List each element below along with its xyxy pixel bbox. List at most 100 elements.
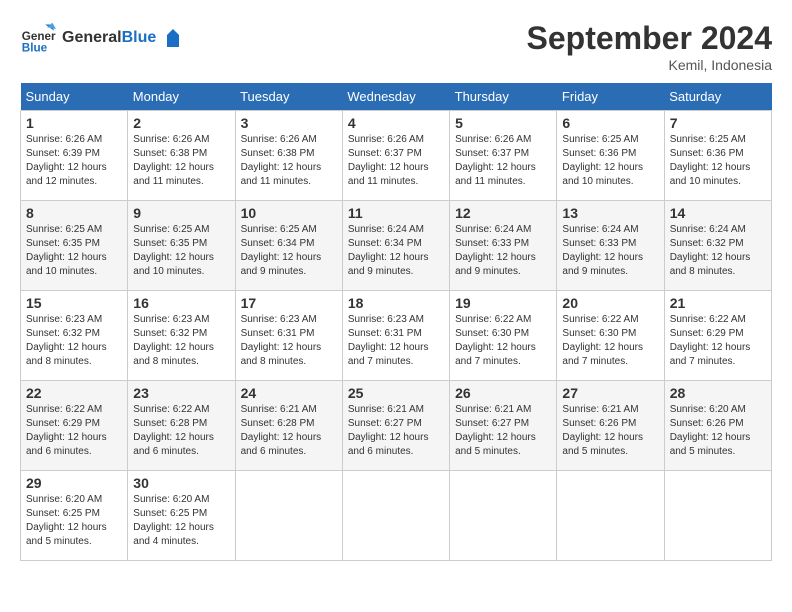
calendar-day: 23 Sunrise: 6:22 AM Sunset: 6:28 PM Dayli…: [128, 381, 235, 471]
calendar-day: 8 Sunrise: 6:25 AM Sunset: 6:35 PM Daylig…: [21, 201, 128, 291]
day-number: 13: [562, 205, 658, 221]
calendar-day: 13 Sunrise: 6:24 AM Sunset: 6:33 PM Dayli…: [557, 201, 664, 291]
day-number: 16: [133, 295, 229, 311]
svg-text:Blue: Blue: [22, 42, 48, 55]
calendar-day: 15 Sunrise: 6:23 AM Sunset: 6:32 PM Dayli…: [21, 291, 128, 381]
day-info: Sunrise: 6:26 AM Sunset: 6:37 PM Dayligh…: [455, 133, 551, 189]
day-info: Sunrise: 6:24 AM Sunset: 6:34 PM Dayligh…: [348, 223, 444, 279]
month-title: September 2024: [527, 20, 772, 57]
calendar-day: [342, 471, 449, 561]
day-info: Sunrise: 6:25 AM Sunset: 6:34 PM Dayligh…: [241, 223, 337, 279]
day-info: Sunrise: 6:22 AM Sunset: 6:30 PM Dayligh…: [562, 313, 658, 369]
day-info: Sunrise: 6:20 AM Sunset: 6:25 PM Dayligh…: [26, 493, 122, 549]
day-number: 14: [670, 205, 766, 221]
calendar-day: [450, 471, 557, 561]
calendar-day: 25 Sunrise: 6:21 AM Sunset: 6:27 PM Dayli…: [342, 381, 449, 471]
calendar-day: [557, 471, 664, 561]
day-number: 19: [455, 295, 551, 311]
day-info: Sunrise: 6:22 AM Sunset: 6:29 PM Dayligh…: [26, 403, 122, 459]
day-info: Sunrise: 6:22 AM Sunset: 6:30 PM Dayligh…: [455, 313, 551, 369]
day-info: Sunrise: 6:23 AM Sunset: 6:32 PM Dayligh…: [133, 313, 229, 369]
day-info: Sunrise: 6:21 AM Sunset: 6:27 PM Dayligh…: [455, 403, 551, 459]
day-header-thursday: Thursday: [450, 83, 557, 111]
day-number: 17: [241, 295, 337, 311]
day-info: Sunrise: 6:25 AM Sunset: 6:35 PM Dayligh…: [26, 223, 122, 279]
calendar-week-5: 29Sunrise: 6:20 AM Sunset: 6:25 PM Dayli…: [21, 471, 772, 561]
day-number: 22: [26, 385, 122, 401]
day-number: 2: [133, 115, 229, 131]
calendar-week-2: 8 Sunrise: 6:25 AM Sunset: 6:35 PM Daylig…: [21, 201, 772, 291]
location: Kemil, Indonesia: [527, 57, 772, 73]
day-info: Sunrise: 6:25 AM Sunset: 6:35 PM Dayligh…: [133, 223, 229, 279]
calendar-day: 4Sunrise: 6:26 AM Sunset: 6:37 PM Daylig…: [342, 111, 449, 201]
calendar-week-4: 22 Sunrise: 6:22 AM Sunset: 6:29 PM Dayli…: [21, 381, 772, 471]
calendar-day: 10 Sunrise: 6:25 AM Sunset: 6:34 PM Dayli…: [235, 201, 342, 291]
calendar-day: 30Sunrise: 6:20 AM Sunset: 6:25 PM Dayli…: [128, 471, 235, 561]
day-info: Sunrise: 6:26 AM Sunset: 6:38 PM Dayligh…: [241, 133, 337, 189]
day-info: Sunrise: 6:20 AM Sunset: 6:26 PM Dayligh…: [670, 403, 766, 459]
calendar-day: 29Sunrise: 6:20 AM Sunset: 6:25 PM Dayli…: [21, 471, 128, 561]
day-number: 3: [241, 115, 337, 131]
day-number: 28: [670, 385, 766, 401]
day-number: 12: [455, 205, 551, 221]
day-number: 21: [670, 295, 766, 311]
calendar-day: 14 Sunrise: 6:24 AM Sunset: 6:32 PM Dayli…: [664, 201, 771, 291]
calendar-day: 21Sunrise: 6:22 AM Sunset: 6:29 PM Dayli…: [664, 291, 771, 381]
day-number: 8: [26, 205, 122, 221]
day-info: Sunrise: 6:20 AM Sunset: 6:25 PM Dayligh…: [133, 493, 229, 549]
calendar-day: 11 Sunrise: 6:24 AM Sunset: 6:34 PM Dayli…: [342, 201, 449, 291]
calendar-day: 12Sunrise: 6:24 AM Sunset: 6:33 PM Dayli…: [450, 201, 557, 291]
day-number: 1: [26, 115, 122, 131]
day-number: 27: [562, 385, 658, 401]
calendar-day: 20 Sunrise: 6:22 AM Sunset: 6:30 PM Dayli…: [557, 291, 664, 381]
calendar-day: 27 Sunrise: 6:21 AM Sunset: 6:26 PM Dayli…: [557, 381, 664, 471]
day-info: Sunrise: 6:23 AM Sunset: 6:32 PM Dayligh…: [26, 313, 122, 369]
day-info: Sunrise: 6:26 AM Sunset: 6:39 PM Dayligh…: [26, 133, 122, 189]
calendar-day: 7 Sunrise: 6:25 AM Sunset: 6:36 PM Daylig…: [664, 111, 771, 201]
day-number: 6: [562, 115, 658, 131]
day-info: Sunrise: 6:23 AM Sunset: 6:31 PM Dayligh…: [241, 313, 337, 369]
calendar-day: 5 Sunrise: 6:26 AM Sunset: 6:37 PM Daylig…: [450, 111, 557, 201]
day-number: 7: [670, 115, 766, 131]
logo-text: GeneralBlue: [62, 29, 183, 47]
day-info: Sunrise: 6:22 AM Sunset: 6:28 PM Dayligh…: [133, 403, 229, 459]
calendar-day: 24 Sunrise: 6:21 AM Sunset: 6:28 PM Dayli…: [235, 381, 342, 471]
day-header-monday: Monday: [128, 83, 235, 111]
calendar-day: 28 Sunrise: 6:20 AM Sunset: 6:26 PM Dayli…: [664, 381, 771, 471]
logo-icon: General Blue: [20, 20, 56, 56]
calendar-day: 2Sunrise: 6:26 AM Sunset: 6:38 PM Daylig…: [128, 111, 235, 201]
calendar-day: 19 Sunrise: 6:22 AM Sunset: 6:30 PM Dayli…: [450, 291, 557, 381]
day-info: Sunrise: 6:25 AM Sunset: 6:36 PM Dayligh…: [670, 133, 766, 189]
calendar-day: 1 Sunrise: 6:26 AM Sunset: 6:39 PM Daylig…: [21, 111, 128, 201]
day-header-saturday: Saturday: [664, 83, 771, 111]
calendar-day: 3 Sunrise: 6:26 AM Sunset: 6:38 PM Daylig…: [235, 111, 342, 201]
calendar-week-3: 15 Sunrise: 6:23 AM Sunset: 6:32 PM Dayli…: [21, 291, 772, 381]
day-number: 10: [241, 205, 337, 221]
day-number: 11: [348, 205, 444, 221]
page-header: General Blue GeneralBlue September 2024 …: [20, 20, 772, 73]
day-number: 20: [562, 295, 658, 311]
day-info: Sunrise: 6:21 AM Sunset: 6:27 PM Dayligh…: [348, 403, 444, 459]
day-info: Sunrise: 6:24 AM Sunset: 6:32 PM Dayligh…: [670, 223, 766, 279]
day-info: Sunrise: 6:21 AM Sunset: 6:26 PM Dayligh…: [562, 403, 658, 459]
day-number: 24: [241, 385, 337, 401]
day-header-friday: Friday: [557, 83, 664, 111]
day-number: 25: [348, 385, 444, 401]
day-number: 18: [348, 295, 444, 311]
calendar-header-row: SundayMondayTuesdayWednesdayThursdayFrid…: [21, 83, 772, 111]
calendar-day: 18Sunrise: 6:23 AM Sunset: 6:31 PM Dayli…: [342, 291, 449, 381]
day-number: 23: [133, 385, 229, 401]
day-number: 5: [455, 115, 551, 131]
calendar-week-1: 1 Sunrise: 6:26 AM Sunset: 6:39 PM Daylig…: [21, 111, 772, 201]
day-info: Sunrise: 6:21 AM Sunset: 6:28 PM Dayligh…: [241, 403, 337, 459]
title-block: September 2024 Kemil, Indonesia: [527, 20, 772, 73]
day-header-wednesday: Wednesday: [342, 83, 449, 111]
day-number: 15: [26, 295, 122, 311]
calendar-day: 6Sunrise: 6:25 AM Sunset: 6:36 PM Daylig…: [557, 111, 664, 201]
calendar-day: 26Sunrise: 6:21 AM Sunset: 6:27 PM Dayli…: [450, 381, 557, 471]
calendar-day: [235, 471, 342, 561]
day-info: Sunrise: 6:24 AM Sunset: 6:33 PM Dayligh…: [562, 223, 658, 279]
calendar-day: 9Sunrise: 6:25 AM Sunset: 6:35 PM Daylig…: [128, 201, 235, 291]
day-number: 4: [348, 115, 444, 131]
logo: General Blue GeneralBlue: [20, 20, 183, 56]
